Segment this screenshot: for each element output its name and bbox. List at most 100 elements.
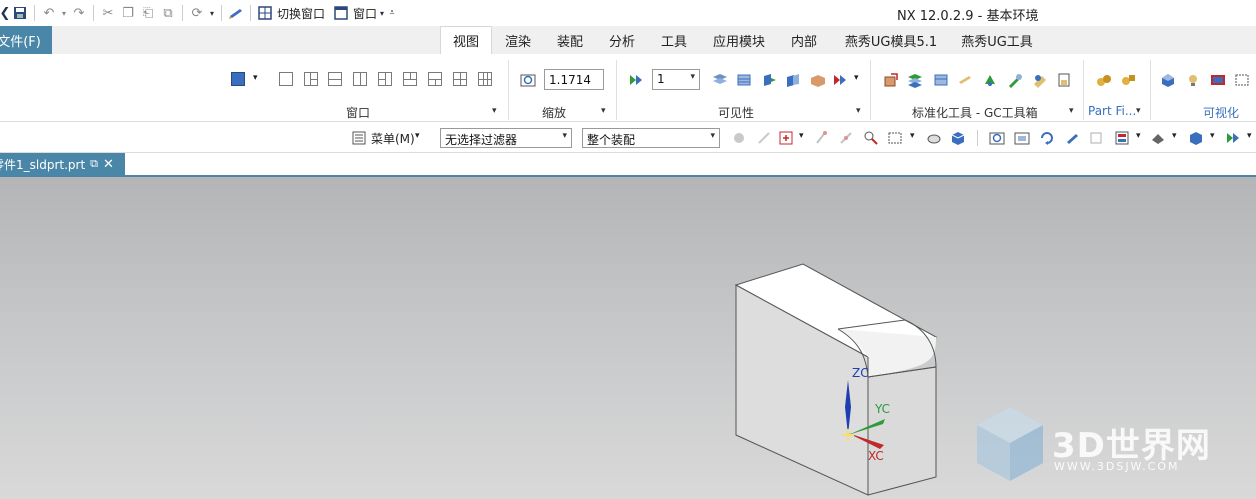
chevron-down-icon[interactable]: ▾ — [1136, 131, 1141, 141]
layout-four-icon[interactable] — [453, 72, 467, 86]
chevron-down-icon[interactable]: ▾ — [799, 131, 804, 141]
new-window-icon[interactable] — [231, 72, 245, 86]
gc-attributes-icon[interactable] — [1056, 72, 1072, 88]
part-model[interactable] — [734, 263, 938, 496]
window-icon[interactable] — [331, 3, 351, 23]
menu-button[interactable]: 菜单(M) — [371, 130, 415, 147]
repeat-command-icon[interactable]: ⟳ — [187, 3, 207, 23]
tab-application[interactable]: 应用模块 — [705, 26, 773, 54]
chevron-down-icon[interactable]: ▾ — [854, 73, 859, 83]
show-hide-filter-icon[interactable] — [1225, 130, 1241, 146]
rotate-view-icon[interactable] — [1039, 130, 1055, 146]
snap-midpoint-icon[interactable] — [838, 130, 854, 146]
part-family-icon[interactable] — [1096, 72, 1112, 88]
gc-check-icon[interactable] — [982, 72, 998, 88]
select-all-icon[interactable] — [863, 130, 879, 146]
layer-settings-icon[interactable] — [712, 72, 728, 88]
copy-icon[interactable]: ❐ — [118, 3, 138, 23]
layout-vertical-icon[interactable] — [353, 72, 367, 86]
window-dropdown-icon[interactable]: ▾ — [377, 3, 387, 23]
tab-render[interactable]: 渲染 — [495, 26, 541, 54]
switch-window-icon[interactable] — [255, 3, 275, 23]
layer-visible-in-view-icon[interactable] — [736, 72, 752, 88]
snap-endpoint-icon[interactable] — [814, 130, 830, 146]
snap-point-icon[interactable] — [778, 130, 794, 146]
type-filter-select[interactable]: 无选择过滤器 ▾ — [440, 128, 572, 148]
selection-scope-select[interactable]: 整个装配 ▾ — [582, 128, 720, 148]
gc-measure-icon[interactable] — [1032, 72, 1048, 88]
true-shading-icon[interactable] — [1160, 72, 1176, 88]
layout-single-icon[interactable] — [279, 72, 293, 86]
undo-dropdown-icon[interactable]: ▾ — [59, 3, 69, 23]
cut-icon[interactable]: ✂ — [98, 3, 118, 23]
solid-body-icon[interactable] — [950, 130, 966, 146]
layout-bottom-split-icon[interactable] — [428, 72, 442, 86]
view-cube-icon[interactable] — [1188, 130, 1204, 146]
chevron-down-icon[interactable]: ▾ — [1210, 131, 1215, 141]
gc-layer-icon[interactable] — [907, 72, 923, 88]
layout-three-icon[interactable] — [378, 72, 392, 86]
chevron-down-icon[interactable]: ▾ — [253, 73, 258, 83]
select-by-feature-icon[interactable] — [731, 130, 747, 146]
back-icon[interactable]: ❮ — [0, 3, 10, 23]
window-menu-label[interactable]: 窗口 — [353, 5, 377, 22]
redo-icon[interactable]: ↷ — [69, 3, 89, 23]
paste-special-icon[interactable]: ⧉ — [158, 3, 178, 23]
chevron-down-icon[interactable]: ▾ — [1247, 131, 1252, 141]
fit-view-icon[interactable] — [989, 130, 1005, 146]
chevron-down-icon[interactable]: ▾ — [415, 131, 420, 141]
chevron-down-icon[interactable]: ▾ — [1172, 131, 1177, 141]
layout-horizontal-icon[interactable] — [328, 72, 342, 86]
gc-tool-icon[interactable] — [1007, 72, 1023, 88]
tab-internal[interactable]: 内部 — [781, 26, 827, 54]
layer-select[interactable]: 1 ▾ — [652, 69, 700, 90]
rectangle-select-icon[interactable] — [887, 130, 903, 146]
undo-icon[interactable]: ↶ — [39, 3, 59, 23]
document-tab[interactable]: 零件1_sldprt.prt ⧉ ✕ — [0, 153, 125, 175]
group-visibility-expand-icon[interactable]: ▾ — [856, 106, 861, 116]
menu-icon[interactable] — [351, 130, 367, 146]
chevron-down-icon[interactable]: ▾ — [910, 131, 915, 141]
tab-assembly[interactable]: 装配 — [547, 26, 593, 54]
part-family-member-icon[interactable] — [1120, 72, 1136, 88]
layout-six-icon[interactable] — [478, 72, 492, 86]
rendering-style-icon[interactable] — [1114, 130, 1130, 146]
file-menu-tab[interactable]: 文件(F) — [0, 26, 52, 54]
background-icon[interactable] — [1210, 72, 1226, 88]
close-icon[interactable]: ✕ — [103, 157, 114, 172]
tab-tools[interactable]: 工具 — [651, 26, 697, 54]
zoom-window-icon[interactable] — [1014, 130, 1030, 146]
switch-window-label[interactable]: 切换窗口 — [277, 5, 325, 22]
select-tool-icon[interactable] — [756, 130, 772, 146]
show-hide-icon[interactable] — [628, 72, 644, 88]
edge-display-icon[interactable] — [1234, 72, 1250, 88]
deselect-icon[interactable] — [926, 130, 942, 146]
tab-yanxiu-mold[interactable]: 燕秀UG模具5.1 — [836, 26, 946, 54]
copy-to-layer-icon[interactable] — [785, 72, 801, 88]
group-part-family-expand-icon[interactable]: ▾ — [1136, 106, 1141, 116]
tab-analysis[interactable]: 分析 — [599, 26, 645, 54]
zoom-scale-input[interactable] — [544, 69, 604, 90]
touch-mode-icon[interactable] — [226, 3, 246, 23]
detach-tab-icon[interactable]: ⧉ — [90, 157, 98, 171]
shaded-with-edges-icon[interactable] — [1150, 130, 1166, 146]
gc-drawing-icon[interactable] — [957, 72, 973, 88]
layer-category-icon[interactable] — [810, 72, 826, 88]
paste-icon[interactable]: ⎗ — [138, 3, 158, 23]
graphics-window[interactable]: ZC YC XC 3D世界网 WWW.3DSJW.COM — [0, 177, 1256, 499]
move-to-layer-icon[interactable] — [761, 72, 777, 88]
zoom-fit-icon[interactable] — [520, 72, 536, 88]
repeat-dropdown-icon[interactable]: ▾ — [207, 3, 217, 23]
pan-view-icon[interactable] — [1064, 130, 1080, 146]
gc-part-attributes-icon[interactable] — [883, 72, 899, 88]
display-hide-icon[interactable] — [832, 72, 848, 88]
group-window-expand-icon[interactable]: ▾ — [492, 106, 497, 116]
view-orientation-icon[interactable] — [1088, 130, 1104, 146]
customize-quick-access-icon[interactable]: ⩡ — [387, 3, 397, 23]
save-icon[interactable] — [10, 3, 30, 23]
lighting-icon[interactable] — [1185, 72, 1201, 88]
tab-view[interactable]: 视图 — [440, 26, 492, 54]
layout-top-split-icon[interactable] — [403, 72, 417, 86]
gc-layer-category-icon[interactable] — [933, 72, 949, 88]
group-standard-tools-expand-icon[interactable]: ▾ — [1069, 106, 1074, 116]
